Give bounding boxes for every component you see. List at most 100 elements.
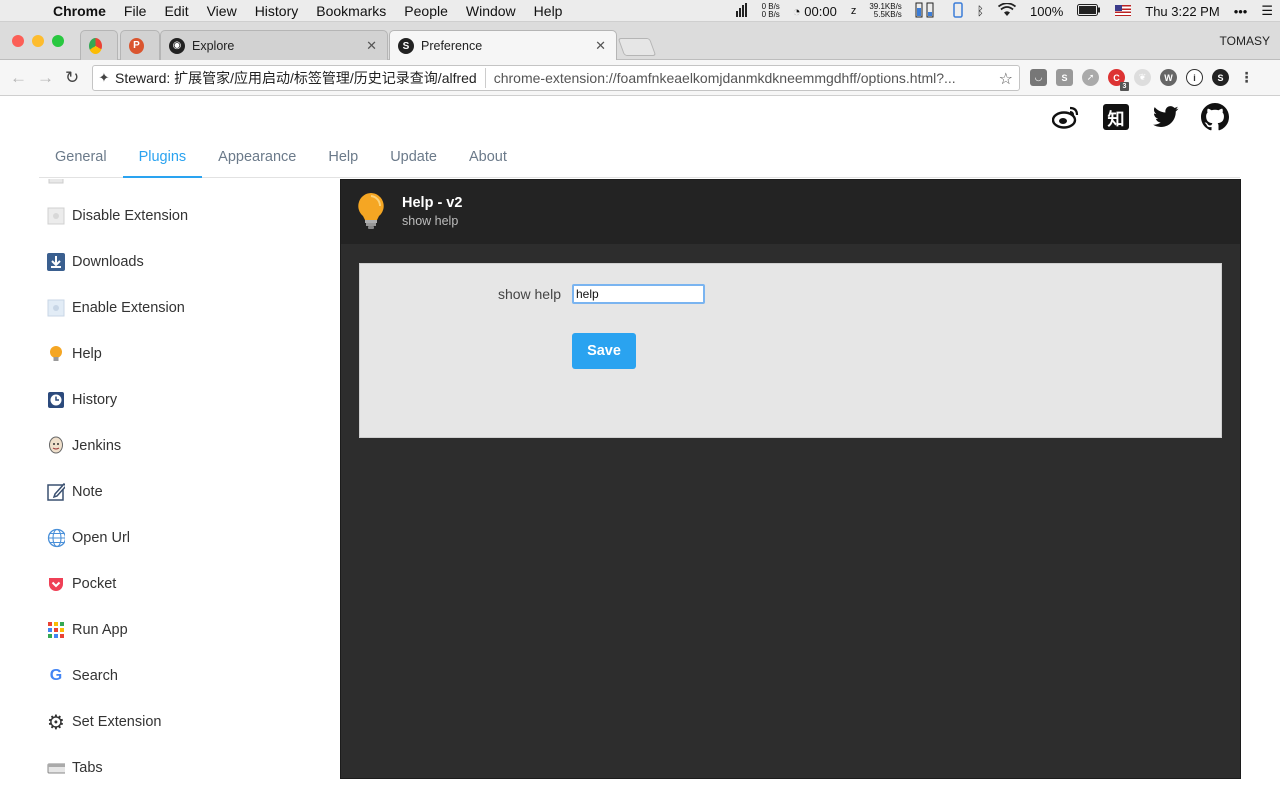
tab-pinned-1[interactable]	[80, 30, 118, 60]
more-icon[interactable]: •••	[1227, 4, 1255, 19]
input-source-flag-icon[interactable]	[1108, 4, 1138, 19]
tab-pinned-2[interactable]: P	[120, 30, 160, 60]
tab-about[interactable]: About	[453, 138, 523, 178]
close-tab-icon[interactable]: ✕	[595, 38, 606, 54]
plugin-item-label: Jenkins	[72, 438, 122, 454]
timer-icon: ◔	[792, 3, 801, 19]
activity-icon[interactable]	[728, 2, 756, 20]
save-button[interactable]: Save	[572, 333, 636, 369]
reload-icon[interactable]: ↻	[65, 68, 79, 88]
plugin-item-enable-extension[interactable]: Enable Extension	[47, 297, 185, 319]
notification-center-icon[interactable]: ☰	[1254, 3, 1280, 19]
browser-toolbar: ← → ↻ ✦ Steward: 扩展管家/应用启动/标签管理/历史记录查询/a…	[0, 60, 1280, 96]
wifi-icon[interactable]	[991, 1, 1023, 20]
info-extension-icon[interactable]: i	[1186, 69, 1203, 86]
zhihu-icon[interactable]: 知	[1102, 103, 1130, 131]
profile-name[interactable]: TOMASY	[1220, 34, 1270, 48]
timer-value: 00:00	[804, 3, 837, 19]
github-icon: ◉	[169, 37, 185, 54]
tab-strip: P ◉ Explore ✕ S Preference ✕ TOMASY	[0, 22, 1280, 61]
plugin-item-tabs[interactable]: Tabs	[47, 757, 103, 779]
zoom-window-button[interactable]	[52, 35, 64, 47]
tab-plugins[interactable]: Plugins	[122, 138, 203, 178]
address-bar[interactable]: ✦ Steward: 扩展管家/应用启动/标签管理/历史记录查询/alfred …	[92, 65, 1020, 91]
plugin-item-note[interactable]: Note	[47, 481, 103, 503]
weibo-icon[interactable]	[1052, 103, 1080, 131]
menu-app-name[interactable]: Chrome	[44, 3, 115, 19]
back-arrow-icon[interactable]: ←	[10, 68, 27, 88]
plugin-list[interactable]: Disable Extension Downloads Enable Exten…	[39, 179, 340, 800]
tab-general[interactable]: General	[39, 138, 123, 178]
plugin-settings-form: show help Save	[359, 263, 1222, 438]
plugin-item-jenkins[interactable]: Jenkins	[47, 435, 121, 457]
bluetooth-icon[interactable]: ᛒ	[970, 4, 991, 18]
timer[interactable]: ◔ 00:00	[786, 4, 844, 19]
tab-preference-title: Preference	[421, 39, 483, 53]
leaf-extension-icon[interactable]: ❦	[1134, 69, 1151, 86]
extension-icons: ◡ S ➚ C3 ❦ W i S ⋮	[1030, 69, 1255, 91]
plugin-item-label: Downloads	[72, 254, 144, 270]
sleep-icon[interactable]: z	[844, 5, 864, 17]
tabs-icon	[47, 759, 65, 777]
speed-status[interactable]: 39.1KB/s 5.5KB/s	[863, 3, 907, 19]
plugin-item-pocket[interactable]: Pocket	[47, 573, 116, 595]
plugin-item-label: Search	[72, 668, 118, 684]
plugin-item-set-extension[interactable]: ⚙ Set Extension	[47, 711, 162, 734]
pocket-extension-icon[interactable]: ◡	[1030, 69, 1047, 86]
battery-percent[interactable]: 100%	[1023, 4, 1070, 19]
steward-extension-icon[interactable]: S	[1056, 69, 1073, 86]
menu-window[interactable]: Window	[457, 3, 525, 19]
tab-update[interactable]: Update	[374, 138, 453, 178]
bookmark-star-icon[interactable]: ☆	[999, 69, 1013, 89]
new-tab-button[interactable]	[617, 38, 657, 56]
tab-explore[interactable]: ◉ Explore ✕	[160, 30, 388, 60]
plugin-item-label: Enable Extension	[72, 300, 185, 316]
forward-arrow-icon[interactable]: →	[37, 68, 54, 88]
plugin-item-help[interactable]: Help	[47, 343, 102, 365]
plugin-item-history[interactable]: History	[47, 389, 117, 411]
show-help-input[interactable]	[572, 284, 705, 304]
pocket-icon	[47, 575, 65, 593]
gear-icon: ⚙	[47, 711, 65, 734]
menu-people[interactable]: People	[395, 3, 457, 19]
bulb-icon	[357, 192, 385, 235]
chrome-menu-icon[interactable]: ⋮	[1238, 69, 1255, 86]
battery-icon[interactable]	[1070, 3, 1108, 19]
menu-history[interactable]: History	[246, 3, 308, 19]
twitter-icon[interactable]	[1152, 103, 1180, 131]
plugin-item-run-app[interactable]: Run App	[47, 619, 128, 641]
close-window-button[interactable]	[12, 35, 24, 47]
tab-preference[interactable]: S Preference ✕	[389, 30, 617, 61]
memory-meter-icon[interactable]	[908, 2, 946, 21]
plugin-item-partial[interactable]	[47, 179, 72, 187]
plugin-item-label: Set Extension	[72, 714, 162, 730]
adblock-extension-icon[interactable]: C3	[1108, 69, 1129, 91]
net-status[interactable]: 0 B/s 0 B/s	[756, 3, 786, 19]
close-tab-icon[interactable]: ✕	[366, 38, 377, 54]
address-bar-url: chrome-extension://foamfnkeaelkomjdanmkd…	[493, 70, 956, 86]
menu-file[interactable]: File	[115, 3, 156, 19]
plugin-item-downloads[interactable]: Downloads	[47, 251, 144, 273]
menu-help[interactable]: Help	[525, 3, 572, 19]
wordpress-extension-icon[interactable]: W	[1160, 69, 1177, 86]
steward-s-extension-icon[interactable]: S	[1212, 69, 1229, 86]
github-icon[interactable]	[1201, 103, 1229, 131]
menu-edit[interactable]: Edit	[155, 3, 197, 19]
menu-view[interactable]: View	[198, 3, 246, 19]
puzzle-icon	[47, 207, 65, 225]
tab-appearance[interactable]: Appearance	[202, 138, 312, 178]
plugin-item-search[interactable]: G Search	[47, 665, 118, 687]
clock[interactable]: Thu 3:22 PM	[1138, 4, 1226, 19]
phone-icon[interactable]	[946, 1, 970, 21]
plugin-header: Help - v2 show help	[341, 180, 1240, 244]
plugin-item-label: Tabs	[72, 760, 103, 776]
clock-icon	[47, 391, 65, 409]
speed-extension-icon[interactable]: ➚	[1082, 69, 1099, 86]
minimize-window-button[interactable]	[32, 35, 44, 47]
plugin-item-disable-extension[interactable]: Disable Extension	[47, 205, 188, 227]
tab-help[interactable]: Help	[312, 138, 374, 178]
puzzle-icon	[47, 179, 65, 185]
menu-bookmarks[interactable]: Bookmarks	[307, 3, 395, 19]
plugin-item-open-url[interactable]: Open Url	[47, 527, 130, 549]
plugin-item-label: Pocket	[72, 576, 117, 592]
